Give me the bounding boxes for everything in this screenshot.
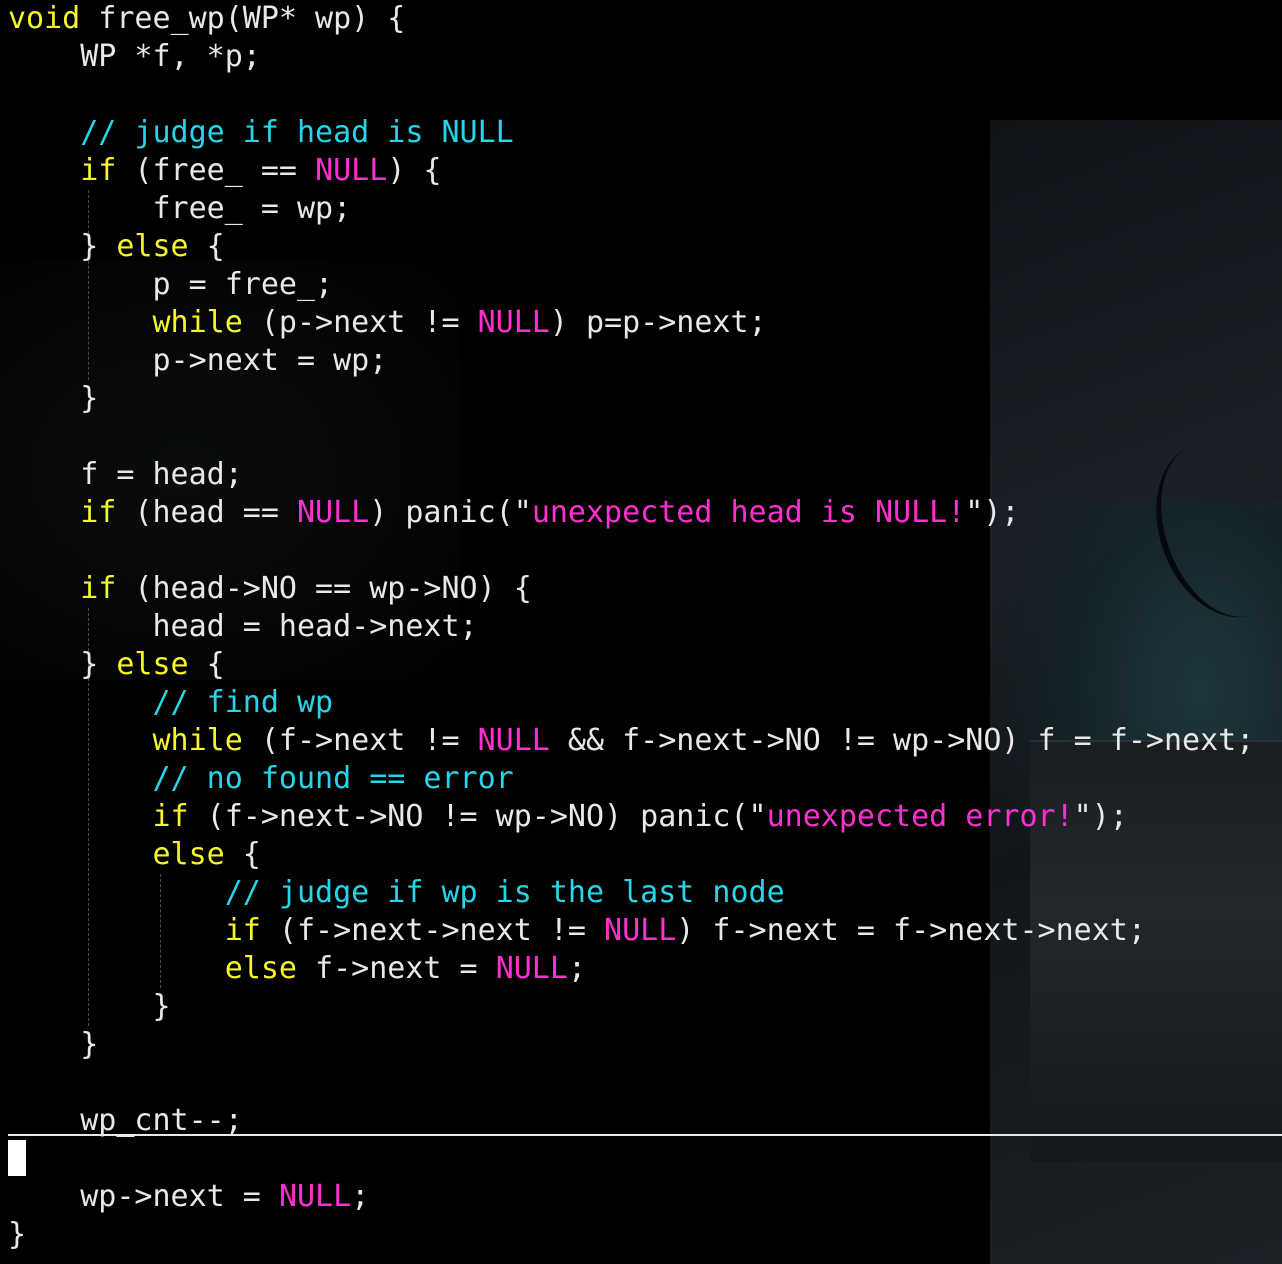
code-line[interactable]: } (8, 1026, 98, 1064)
code-line[interactable]: p->next = wp; (8, 342, 387, 380)
code-line[interactable]: else f->next = NULL; (8, 950, 586, 988)
code-line[interactable]: } else { (8, 646, 225, 684)
text-cursor (8, 1140, 26, 1176)
code-line[interactable]: f = head; (8, 456, 243, 494)
code-line[interactable]: void free_wp(WP* wp) { (8, 0, 405, 38)
code-line[interactable]: head = head->next; (8, 608, 477, 646)
code-line[interactable]: } else { (8, 228, 225, 266)
code-line[interactable]: wp_cnt--; (8, 1102, 243, 1140)
code-line[interactable]: if (f->next->next != NULL) f->next = f->… (8, 912, 1146, 950)
code-line[interactable]: if (f->next->NO != wp->NO) panic("unexpe… (8, 798, 1128, 836)
code-line[interactable]: } (8, 988, 170, 1026)
code-line[interactable]: // find wp (8, 684, 334, 722)
code-line[interactable]: if (free_ == NULL) { (8, 152, 441, 190)
code-line[interactable]: } (8, 380, 98, 418)
code-line[interactable]: } (8, 1216, 26, 1254)
code-line[interactable]: WP *f, *p; (8, 38, 261, 76)
code-line[interactable] (8, 1140, 26, 1178)
code-line[interactable]: wp->next = NULL; (8, 1178, 369, 1216)
code-line[interactable]: if (head == NULL) panic("unexpected head… (8, 494, 1019, 532)
code-line[interactable]: while (f->next != NULL && f->next->NO !=… (8, 722, 1255, 760)
code-line[interactable]: else { (8, 836, 261, 874)
code-line[interactable]: free_ = wp; (8, 190, 351, 228)
code-line[interactable]: // no found == error (8, 760, 514, 798)
code-line[interactable]: while (p->next != NULL) p=p->next; (8, 304, 767, 342)
code-line[interactable]: p = free_; (8, 266, 333, 304)
code-editor[interactable]: void free_wp(WP* wp) { WP *f, *p; // jud… (0, 0, 1282, 1264)
code-line[interactable]: // judge if head is NULL (8, 114, 513, 152)
code-line[interactable]: // judge if wp is the last node (8, 874, 785, 912)
code-line[interactable]: if (head->NO == wp->NO) { (8, 570, 532, 608)
